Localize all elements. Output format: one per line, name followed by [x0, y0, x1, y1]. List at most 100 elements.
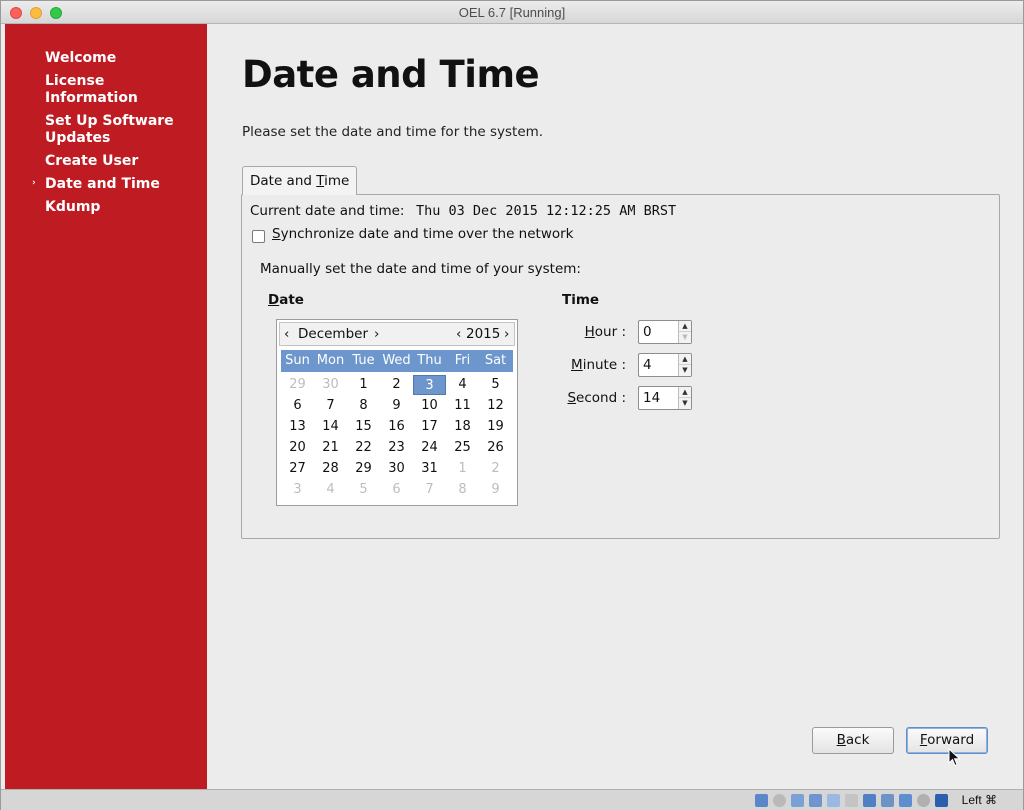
calendar-day[interactable]: 1 [347, 375, 380, 395]
calendar-day[interactable]: 1 [446, 459, 479, 479]
calendar-day[interactable]: 7 [413, 480, 446, 500]
second-increment-icon[interactable]: ▲ [679, 387, 691, 398]
second-spinner-buttons: ▲ ▼ [678, 387, 691, 409]
optical-drive-icon[interactable] [773, 794, 786, 807]
calendar-day[interactable]: 29 [347, 459, 380, 479]
next-month-button[interactable]: › [374, 326, 379, 342]
audio-icon[interactable] [791, 794, 804, 807]
day-name-sun: Sun [285, 353, 310, 368]
sidebar-item-date-and-time: Date and Time [45, 176, 160, 192]
main-content: Date and Time Please set the date and ti… [207, 24, 1023, 789]
hard-disk-icon[interactable] [755, 794, 768, 807]
calendar-day[interactable]: 30 [380, 459, 413, 479]
forward-button[interactable]: Forward [906, 727, 988, 754]
calendar-day[interactable]: 26 [479, 438, 512, 458]
calendar-day[interactable]: 2 [380, 375, 413, 395]
current-datetime-value: Thu 03 Dec 2015 12:12:25 AM BRST [416, 203, 677, 219]
sidebar-item-welcome: Welcome [45, 50, 117, 66]
calendar-day[interactable]: 27 [281, 459, 314, 479]
tab-date-and-time[interactable]: Date and Time [242, 166, 358, 195]
calendar-day[interactable]: 8 [347, 396, 380, 416]
second-value[interactable]: 14 [643, 390, 660, 406]
prev-year-button[interactable]: ‹ [456, 326, 461, 342]
cpu-icon[interactable] [899, 794, 912, 807]
hour-spinner[interactable]: 0 ▲ ▼ [638, 320, 692, 344]
calendar-day[interactable]: 19 [479, 417, 512, 437]
calendar-day[interactable]: 29 [281, 375, 314, 395]
display-icon[interactable] [863, 794, 876, 807]
calendar-day[interactable]: 15 [347, 417, 380, 437]
second-spinner[interactable]: 14 ▲ ▼ [638, 386, 692, 410]
calendar-day[interactable]: 6 [380, 480, 413, 500]
prev-month-button[interactable]: ‹ [284, 326, 289, 342]
calendar-day[interactable]: 12 [479, 396, 512, 416]
back-button[interactable]: Back [812, 727, 894, 754]
calendar-day[interactable]: 23 [380, 438, 413, 458]
calendar-day[interactable]: 20 [281, 438, 314, 458]
calendar-day[interactable]: 13 [281, 417, 314, 437]
sync-network-label[interactable]: Synchronize date and time over the netwo… [272, 226, 574, 242]
month-label: December [298, 326, 369, 342]
calendar-day[interactable]: 31 [413, 459, 446, 479]
year-label: 2015 [466, 326, 501, 342]
calendar-day[interactable]: 24 [413, 438, 446, 458]
calendar-day[interactable]: 9 [479, 480, 512, 500]
calendar-day[interactable]: 5 [479, 375, 512, 395]
minute-decrement-icon[interactable]: ▼ [679, 365, 691, 376]
calendar-day[interactable]: 30 [314, 375, 347, 395]
calendar-day[interactable]: 25 [446, 438, 479, 458]
calendar-day[interactable]: 18 [446, 417, 479, 437]
date-heading-mnemonic: D [268, 292, 280, 308]
calendar-day[interactable]: 7 [314, 396, 347, 416]
window-title: OEL 6.7 [Running] [458, 5, 566, 20]
recording-icon[interactable] [881, 794, 894, 807]
minute-increment-icon[interactable]: ▲ [679, 354, 691, 365]
day-name-wed: Wed [382, 353, 411, 368]
calendar-day[interactable]: 8 [446, 480, 479, 500]
sidebar-item-software-updates: Set Up Software Updates [45, 113, 174, 146]
minute-label-text: inute : [582, 357, 626, 373]
calendar-header: ‹ December › ‹ 2015 › [279, 322, 515, 346]
calendar-day[interactable]: 5 [347, 480, 380, 500]
usb-icon[interactable] [827, 794, 840, 807]
calendar-day[interactable]: 14 [314, 417, 347, 437]
calendar-day[interactable]: 4 [314, 480, 347, 500]
date-heading-text: ate [279, 292, 304, 308]
calendar-day[interactable]: 6 [281, 396, 314, 416]
second-decrement-icon[interactable]: ▼ [679, 398, 691, 409]
vm-status-bar: Left ⌘ [1, 789, 1023, 810]
date-time-panel: Current date and time: Thu 03 Dec 2015 1… [241, 194, 1000, 539]
hour-increment-icon[interactable]: ▲ [679, 321, 691, 332]
hour-label-mnemonic: H [584, 324, 595, 340]
hour-decrement-icon[interactable]: ▼ [679, 332, 691, 343]
calendar-day[interactable]: 17 [413, 417, 446, 437]
calendar-day[interactable]: 10 [413, 396, 446, 416]
calendar: ‹ December › ‹ 2015 › Sun Mon Tue Wed Thu Fri… [276, 319, 518, 506]
calendar-day[interactable]: 28 [314, 459, 347, 479]
hour-value[interactable]: 0 [643, 324, 652, 340]
forward-label: orward [927, 732, 975, 748]
second-label: Second : [546, 390, 626, 406]
mouse-integration-icon[interactable] [917, 794, 930, 807]
minute-spinner-buttons: ▲ ▼ [678, 354, 691, 376]
next-year-button[interactable]: › [504, 326, 509, 342]
day-name-sat: Sat [484, 353, 507, 368]
calendar-day[interactable]: 3 [281, 480, 314, 500]
calendar-day[interactable]: 11 [446, 396, 479, 416]
calendar-day[interactable]: 4 [446, 375, 479, 395]
shared-folders-icon[interactable] [845, 794, 858, 807]
calendar-day-names: Sun Mon Tue Wed Thu Fri Sat [281, 350, 513, 372]
sync-network-checkbox[interactable] [252, 230, 265, 243]
calendar-day[interactable]: 2 [479, 459, 512, 479]
second-label-mnemonic: S [567, 390, 577, 406]
calendar-day[interactable]: 9 [380, 396, 413, 416]
minute-value[interactable]: 4 [643, 357, 652, 373]
network-icon[interactable] [809, 794, 822, 807]
minute-spinner[interactable]: 4 ▲ ▼ [638, 353, 692, 377]
back-mnemonic: B [836, 732, 846, 748]
calendar-day[interactable]: 22 [347, 438, 380, 458]
keyboard-capture-icon[interactable] [935, 794, 948, 807]
calendar-day[interactable]: 16 [380, 417, 413, 437]
calendar-day[interactable]: 21 [314, 438, 347, 458]
calendar-day[interactable]: 3 [413, 375, 446, 395]
